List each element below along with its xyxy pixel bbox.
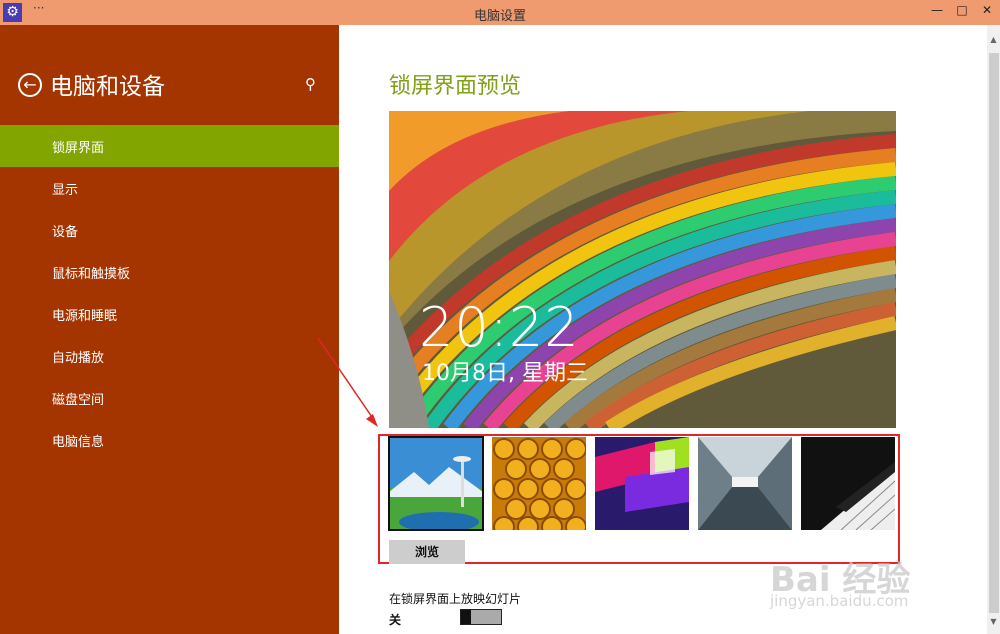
slideshow-toggle[interactable] — [460, 609, 502, 625]
back-arrow-circle-icon[interactable]: ← — [18, 73, 42, 97]
sidebar-item-label: 鼠标和触摸板 — [52, 267, 131, 282]
sidebar-item-display[interactable]: 显示 — [0, 167, 339, 209]
sidebar-item-lockscreen[interactable]: 锁屏界面 — [0, 125, 339, 167]
scroll-thumb[interactable] — [989, 53, 999, 613]
sidebar-item-power-sleep[interactable]: 电源和睡眠 — [0, 293, 339, 335]
sidebar-item-label: 磁盘空间 — [52, 393, 105, 408]
vertical-scrollbar[interactable]: ▲ ▼ — [987, 25, 1000, 634]
sidebar-item-label: 自动播放 — [52, 351, 105, 366]
sidebar: ← 电脑和设备 ⚲ 锁屏界面 显示 设备 鼠标和触摸板 电源和睡眠 自动播放 磁… — [0, 25, 339, 634]
lockscreen-preview: 20:22 10月8日, 星期三 — [389, 111, 896, 428]
scroll-down-icon[interactable]: ▼ — [987, 617, 1000, 626]
thumbnail-tunnel[interactable] — [698, 437, 792, 530]
sidebar-item-label: 锁屏界面 — [52, 141, 105, 156]
sidebar-item-label: 电脑信息 — [52, 435, 105, 450]
search-icon[interactable]: ⚲ — [305, 75, 316, 93]
sidebar-item-label: 电源和睡眠 — [52, 309, 118, 324]
slideshow-toggle-state: 关 — [389, 613, 402, 627]
sidebar-item-label: 显示 — [52, 183, 79, 198]
sidebar-heading: 电脑和设备 — [50, 74, 165, 100]
maximize-button[interactable]: □ — [953, 3, 971, 17]
sidebar-item-disk-space[interactable]: 磁盘空间 — [0, 377, 339, 419]
sidebar-item-autoplay[interactable]: 自动播放 — [0, 335, 339, 377]
lockscreen-clock: 20:22 — [419, 296, 580, 359]
toggle-knob — [461, 610, 471, 624]
title-bar: ⚙ ··· 电脑设置 — □ ✕ — [0, 0, 1000, 25]
thumbnail-space-needle[interactable] — [388, 436, 484, 531]
sidebar-item-label: 设备 — [52, 225, 79, 240]
thumbnail-geometric[interactable] — [595, 437, 689, 530]
window-title: 电脑设置 — [473, 9, 526, 24]
thumbnail-honeycomb[interactable] — [492, 437, 586, 530]
watermark-url: jingyan.baidu.com — [770, 592, 909, 610]
scroll-up-icon[interactable]: ▲ — [987, 35, 1000, 44]
sidebar-item-devices[interactable]: 设备 — [0, 209, 339, 251]
minimize-button[interactable]: — — [928, 3, 946, 17]
thumbnail-piano[interactable] — [801, 437, 895, 530]
slideshow-label: 在锁屏界面上放映幻灯片 — [389, 592, 522, 606]
close-button[interactable]: ✕ — [978, 3, 996, 17]
sidebar-item-mouse-touchpad[interactable]: 鼠标和触摸板 — [0, 251, 339, 293]
browse-button[interactable]: 浏览 — [389, 540, 465, 564]
lockscreen-date: 10月8日, 星期三 — [422, 361, 588, 386]
page-title: 锁屏界面预览 — [389, 74, 522, 99]
sidebar-item-pc-info[interactable]: 电脑信息 — [0, 419, 339, 461]
